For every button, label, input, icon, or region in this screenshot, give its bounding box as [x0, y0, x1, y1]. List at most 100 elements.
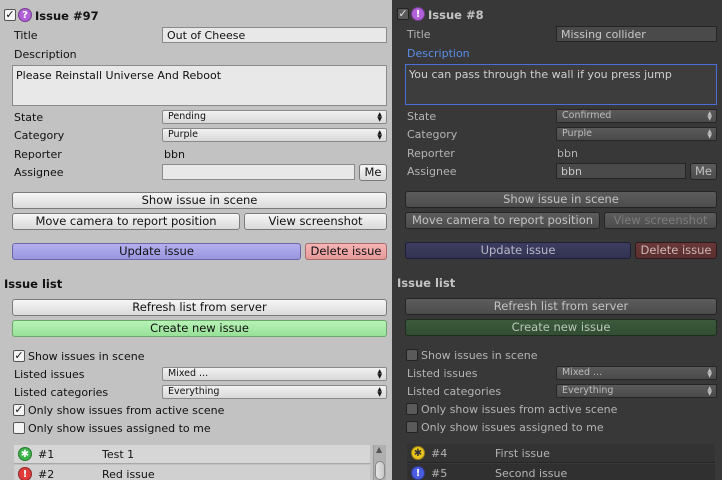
listed-categories-dropdown[interactable]: Everything ▲ ▼	[162, 385, 387, 399]
issue-number: #4	[431, 447, 448, 460]
dropdown-arrow-icon: ▲ ▼	[707, 367, 712, 379]
issue-header: Issue #97	[35, 9, 99, 23]
move-camera-button[interactable]: Move camera to report position	[12, 213, 240, 230]
only-assigned-checkbox[interactable]	[406, 421, 418, 433]
state-dropdown[interactable]: Pending ▲ ▼	[162, 110, 387, 124]
assignee-label: Assignee	[407, 165, 457, 178]
listed-categories-value: Everything	[168, 386, 220, 397]
show-issues-checkbox[interactable]: ✓	[13, 350, 25, 362]
listed-issues-dropdown[interactable]: Mixed ... ▲ ▼	[556, 366, 717, 380]
listed-issues-value: Mixed ...	[562, 367, 603, 378]
dropdown-arrow-icon: ▲ ▼	[707, 128, 712, 140]
reporter-value: bbn	[557, 147, 578, 160]
issue-number: #5	[431, 467, 448, 480]
star-icon: ✱	[18, 447, 32, 461]
issue-enabled-checkbox[interactable]: ✓	[397, 8, 409, 20]
issue-number: #1	[38, 448, 55, 461]
state-value: Confirmed	[562, 110, 612, 121]
scroll-up-arrow-icon[interactable]: ▲	[376, 445, 382, 454]
category-label: Category	[14, 129, 65, 142]
list-item[interactable]: ! #2 Red issue	[14, 465, 370, 480]
refresh-list-button[interactable]: Refresh list from server	[12, 299, 387, 316]
title-label: Title	[407, 28, 431, 41]
move-camera-button[interactable]: Move camera to report position	[405, 212, 600, 229]
dropdown-arrow-icon: ▲ ▼	[707, 385, 712, 397]
only-assigned-label: Only show issues assigned to me	[421, 421, 604, 434]
light-issue-panel: ✓ ? Issue #97 Title Out of Cheese Descri…	[0, 0, 392, 480]
only-active-scene-checkbox[interactable]	[406, 403, 418, 415]
show-issues-checkbox[interactable]	[406, 349, 418, 361]
dropdown-arrow-icon: ▲ ▼	[377, 386, 382, 398]
list-item[interactable]: ✱ #1 Test 1	[14, 445, 370, 464]
description-label: Description	[407, 47, 470, 60]
listed-categories-label: Listed categories	[407, 385, 502, 398]
listed-issues-dropdown[interactable]: Mixed ... ▲ ▼	[162, 367, 387, 381]
show-issue-in-scene-button[interactable]: Show issue in scene	[405, 191, 717, 208]
issue-title: Red issue	[102, 468, 155, 480]
listed-issues-label: Listed issues	[14, 368, 85, 381]
listed-issues-value: Mixed ...	[168, 368, 209, 379]
title-field[interactable]: Out of Cheese	[162, 27, 387, 43]
only-assigned-checkbox[interactable]	[13, 422, 25, 434]
listed-issues-label: Listed issues	[407, 367, 478, 380]
issue-title: First issue	[495, 447, 550, 460]
listed-categories-label: Listed categories	[14, 386, 109, 399]
only-active-scene-label: Only show issues from active scene	[28, 404, 225, 417]
refresh-list-button[interactable]: Refresh list from server	[405, 298, 717, 315]
state-value: Pending	[168, 111, 206, 122]
exclamation-icon: !	[411, 7, 425, 21]
description-label: Description	[14, 48, 77, 61]
view-screenshot-button[interactable]: View screenshot	[604, 212, 717, 229]
show-issues-label: Show issues in scene	[28, 350, 145, 363]
update-issue-button[interactable]: Update issue	[405, 242, 631, 259]
exclamation-icon: !	[411, 466, 425, 480]
issue-number: #2	[38, 468, 55, 480]
create-new-issue-button[interactable]: Create new issue	[12, 320, 387, 337]
delete-issue-button[interactable]: Delete issue	[305, 243, 387, 260]
issue-list-header: Issue list	[397, 276, 456, 290]
dropdown-arrow-icon: ▲ ▼	[377, 368, 382, 380]
show-issues-label: Show issues in scene	[421, 349, 538, 362]
issue-enabled-checkbox[interactable]: ✓	[4, 9, 16, 21]
star-icon: ✱	[411, 446, 425, 460]
scrollbar-thumb[interactable]	[375, 461, 385, 480]
list-item[interactable]: ✱ #4 First issue	[407, 444, 715, 463]
dropdown-arrow-icon: ▲ ▼	[377, 111, 382, 123]
show-issue-in-scene-button[interactable]: Show issue in scene	[12, 192, 387, 209]
reporter-value: bbn	[164, 148, 185, 161]
state-dropdown[interactable]: Confirmed ▲ ▼	[556, 109, 717, 123]
category-dropdown[interactable]: Purple ▲ ▼	[162, 128, 387, 142]
assignee-field[interactable]: bbn	[556, 163, 686, 179]
update-issue-button[interactable]: Update issue	[12, 243, 301, 260]
reporter-label: Reporter	[407, 147, 455, 160]
issue-header: Issue #8	[428, 8, 484, 22]
description-field[interactable]: You can pass through the wall if you pre…	[405, 64, 717, 105]
issue-list-scrollbar[interactable]: ▲	[373, 445, 386, 480]
state-label: State	[407, 110, 437, 123]
me-button[interactable]: Me	[359, 164, 387, 181]
description-field[interactable]: Please Reinstall Universe And Reboot	[12, 65, 387, 106]
me-button[interactable]: Me	[690, 163, 717, 180]
category-value: Purple	[562, 128, 593, 139]
issue-title: Second issue	[495, 467, 568, 480]
only-assigned-label: Only show issues assigned to me	[28, 422, 211, 435]
question-icon: ?	[18, 8, 32, 22]
exclamation-icon: !	[18, 467, 32, 480]
view-screenshot-button[interactable]: View screenshot	[244, 213, 387, 230]
issue-title: Test 1	[102, 448, 135, 461]
assignee-field[interactable]	[162, 164, 355, 180]
listed-categories-dropdown[interactable]: Everything ▲ ▼	[556, 384, 717, 398]
category-label: Category	[407, 128, 458, 141]
title-field[interactable]: Missing collider	[556, 26, 717, 42]
title-label: Title	[14, 29, 38, 42]
dark-issue-panel: ✓ ! Issue #8 Title Missing collider Desc…	[392, 0, 722, 480]
category-value: Purple	[168, 129, 199, 140]
create-new-issue-button[interactable]: Create new issue	[405, 319, 717, 336]
only-active-scene-checkbox[interactable]: ✓	[13, 404, 25, 416]
only-active-scene-label: Only show issues from active scene	[421, 403, 618, 416]
list-item[interactable]: ! #5 Second issue	[407, 464, 715, 480]
delete-issue-button[interactable]: Delete issue	[635, 242, 717, 259]
assignee-label: Assignee	[14, 166, 64, 179]
category-dropdown[interactable]: Purple ▲ ▼	[556, 127, 717, 141]
issue-list-header: Issue list	[4, 277, 63, 291]
